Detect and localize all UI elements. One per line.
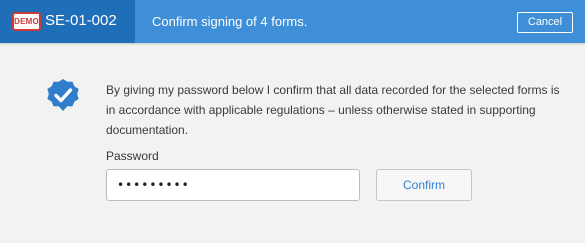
site-id: SE-01-002 — [45, 12, 117, 29]
verified-check-icon — [47, 79, 79, 111]
dialog-title: Confirm signing of 4 forms. — [152, 14, 308, 29]
site-section: DEMO SE-01-002 — [0, 0, 135, 43]
demo-badge: DEMO — [12, 12, 41, 31]
demo-badge-label: DEMO — [14, 17, 39, 26]
password-input[interactable] — [106, 169, 360, 201]
confirmation-message: By giving my password below I confirm th… — [106, 83, 560, 137]
password-label: Password — [106, 149, 159, 163]
header-bar: DEMO SE-01-002 Confirm signing of 4 form… — [0, 0, 585, 43]
cancel-button[interactable]: Cancel — [517, 12, 573, 33]
confirm-button[interactable]: Confirm — [376, 169, 472, 201]
